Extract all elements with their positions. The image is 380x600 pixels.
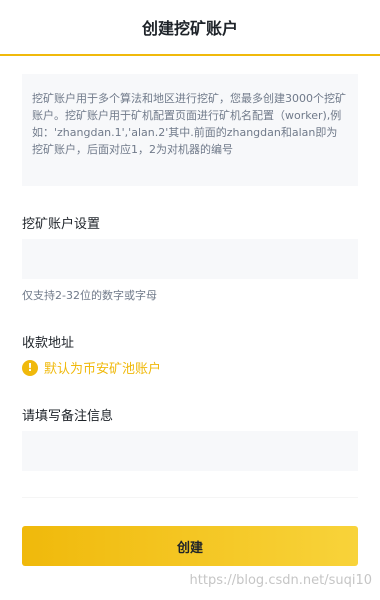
info-notice: 挖矿账户用于多个算法和地区进行挖矿，您最多创建3000个挖矿账户。挖矿账户用于矿… xyxy=(22,74,358,186)
form-content: 挖矿账户用于多个算法和地区进行挖矿，您最多创建3000个挖矿账户。挖矿账户用于矿… xyxy=(0,74,380,566)
payout-address-label: 收款地址 xyxy=(22,336,75,351)
remark-input[interactable] xyxy=(22,431,358,471)
page-title: 创建挖矿账户 xyxy=(141,19,238,38)
divider xyxy=(22,497,358,498)
page-header: 创建挖矿账户 xyxy=(0,0,380,56)
payout-address-text: 默认为币安矿池账户 xyxy=(44,362,162,377)
remark-label: 请填写备注信息 xyxy=(22,409,114,424)
create-button[interactable]: 创建 xyxy=(22,526,358,566)
account-setting-label: 挖矿账户设置 xyxy=(22,217,101,232)
account-name-hint: 仅支持2-32位的数字或字母 xyxy=(22,289,157,302)
account-name-input[interactable] xyxy=(22,239,358,279)
warning-icon: ! xyxy=(22,359,38,376)
watermark: https://blog.csdn.net/suqi10 xyxy=(189,573,372,588)
payout-address-value: ! 默认为币安矿池账户 xyxy=(22,358,358,377)
